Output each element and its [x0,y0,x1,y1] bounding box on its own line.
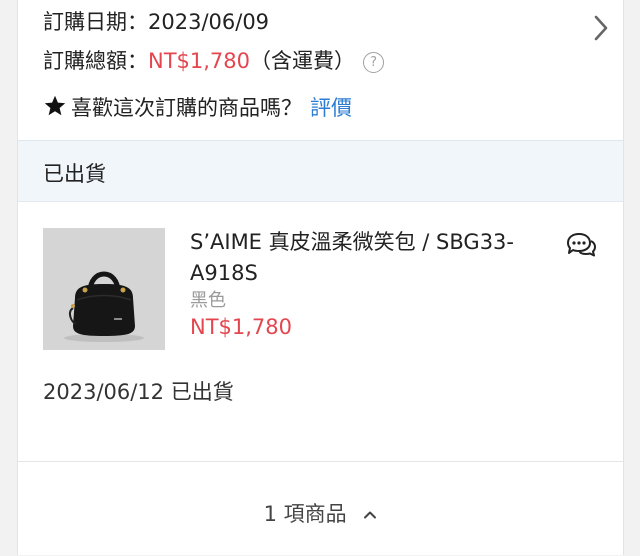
item-count-footer[interactable]: 1 項商品 [18,461,623,556]
handbag-image [43,228,165,350]
order-date-row: 訂購日期：2023/06/09 [43,6,269,36]
order-total-value: NT$1,780 [148,49,251,73]
order-total-note: （含運費） [250,49,356,73]
chevron-right-icon[interactable] [593,14,609,42]
product-thumbnail[interactable] [43,228,165,350]
product-item[interactable]: S’AIME 真皮溫柔微笑包 / SBG33-A918S 黑色 NT$1,780… [18,201,623,461]
review-prompt: 喜歡這次訂購的商品嗎？ [71,96,302,120]
order-total-row: 訂購總額：NT$1,780（含運費）? [43,45,385,75]
chat-icon[interactable] [565,231,597,259]
review-link[interactable]: 評價 [310,96,352,120]
order-card: 訂購日期：2023/06/09 訂購總額：NT$1,780（含運費）? 喜歡這次… [17,0,624,555]
chevron-up-icon[interactable] [363,510,377,519]
shipment-status-bar: 已出貨 [18,140,623,202]
product-price: NT$1,780 [190,315,293,339]
shipment-status-label: 已出貨 [43,162,106,186]
help-icon[interactable]: ? [363,52,385,73]
product-name[interactable]: S’AIME 真皮溫柔微笑包 / SBG33-A918S [190,227,550,289]
star-icon [44,95,66,116]
shipped-date: 2023/06/12 已出貨 [43,380,234,404]
order-date-label: 訂購日期： [43,10,148,34]
item-count-row[interactable]: 1 項商品 [18,498,623,528]
order-total-label: 訂購總額： [43,49,148,73]
order-date-value: 2023/06/09 [148,10,270,34]
review-row: 喜歡這次訂購的商品嗎？ 評價 [43,92,352,122]
product-variant: 黑色 [190,290,226,311]
item-count-label: 1 項商品 [263,502,347,526]
order-summary[interactable]: 訂購日期：2023/06/09 訂購總額：NT$1,780（含運費）? 喜歡這次… [18,0,623,140]
